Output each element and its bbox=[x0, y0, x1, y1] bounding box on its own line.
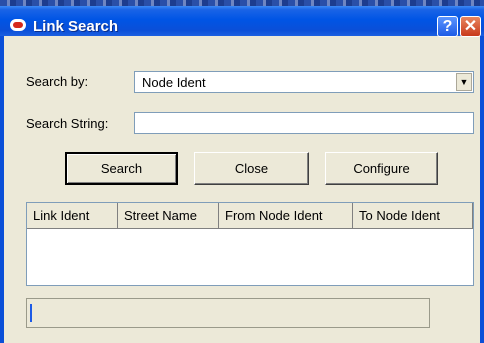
column-header-street-name[interactable]: Street Name bbox=[118, 203, 219, 229]
status-caret bbox=[30, 304, 32, 322]
search-button[interactable]: Search bbox=[65, 152, 178, 185]
search-by-value: Node Ident bbox=[142, 75, 206, 90]
search-by-label: Search by: bbox=[26, 74, 89, 89]
window-frame-right bbox=[480, 36, 484, 343]
chevron-down-icon[interactable]: ▼ bbox=[456, 73, 472, 91]
configure-button[interactable]: Configure bbox=[325, 152, 438, 185]
column-header-to-node-ident[interactable]: To Node Ident bbox=[353, 203, 473, 229]
help-button[interactable]: ? bbox=[437, 16, 458, 37]
search-string-label: Search String: bbox=[26, 116, 109, 131]
status-bar bbox=[26, 298, 430, 328]
oracle-logo-icon bbox=[10, 19, 26, 31]
window-frame-left bbox=[0, 36, 4, 343]
results-table-header: Link Ident Street Name From Node Ident T… bbox=[27, 203, 473, 229]
column-header-link-ident[interactable]: Link Ident bbox=[27, 203, 118, 229]
results-table[interactable]: Link Ident Street Name From Node Ident T… bbox=[26, 202, 474, 286]
search-string-input[interactable] bbox=[134, 112, 474, 134]
search-by-select[interactable]: Node Ident ▼ bbox=[134, 71, 474, 93]
column-header-from-node-ident[interactable]: From Node Ident bbox=[219, 203, 353, 229]
close-window-button[interactable]: ✕ bbox=[460, 16, 481, 37]
title-bar[interactable]: Link Search ? ✕ bbox=[0, 6, 484, 37]
close-button[interactable]: Close bbox=[194, 152, 309, 185]
window-title: Link Search bbox=[33, 18, 119, 35]
